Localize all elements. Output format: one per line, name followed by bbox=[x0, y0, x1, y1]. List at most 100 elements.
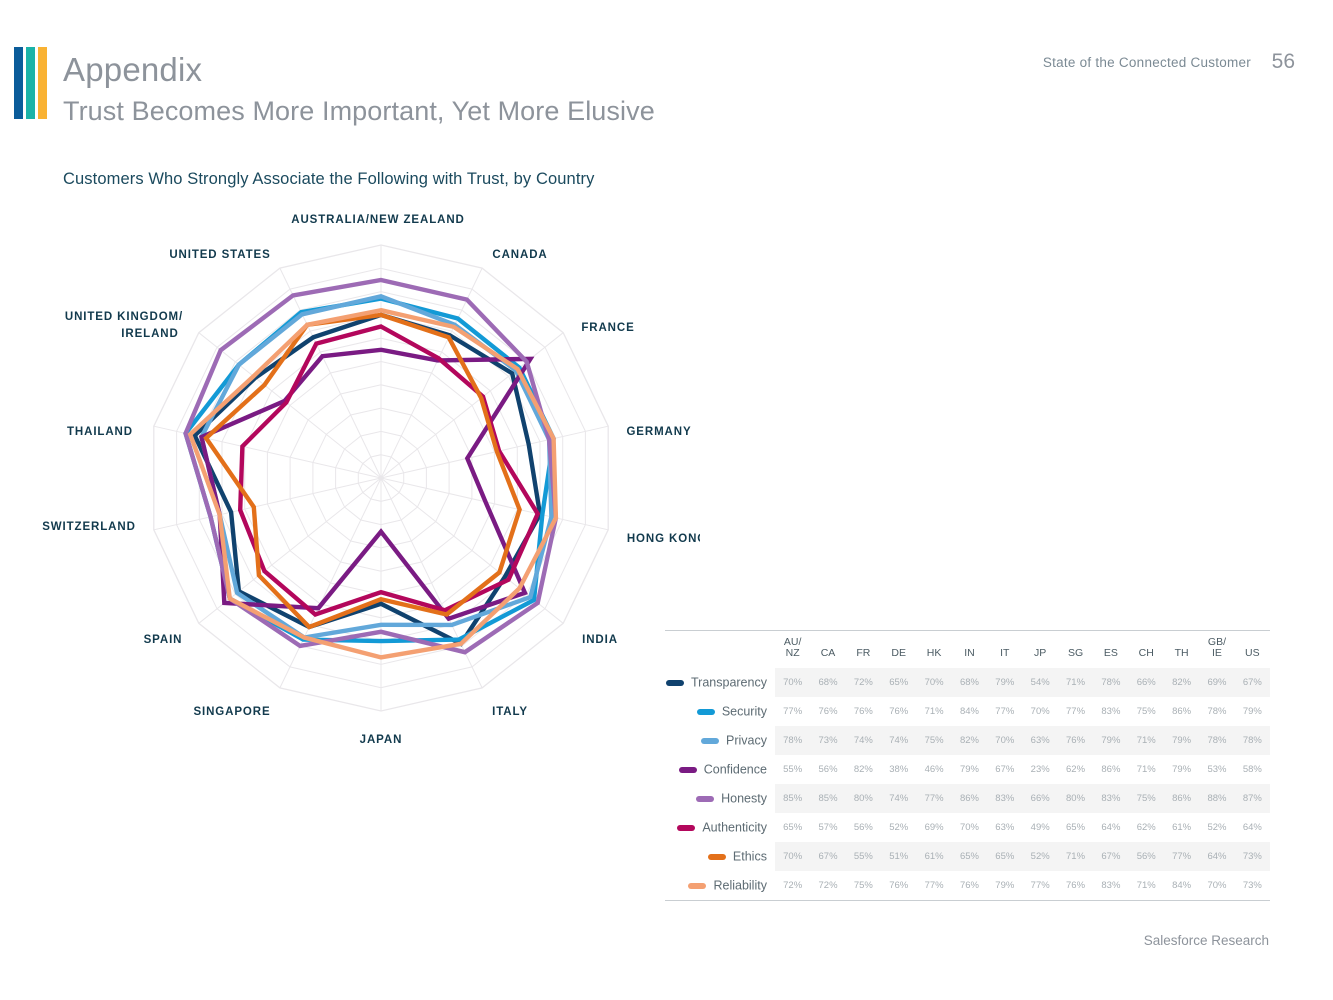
table-row: Privacy 78% 73% 74% 74% 75% 82% 70% 63% 76% 79% 71%… bbox=[665, 726, 1270, 755]
table-cell: 63% bbox=[1022, 726, 1058, 755]
table-cell: 80% bbox=[845, 784, 882, 813]
table-cell: 78% bbox=[1234, 726, 1270, 755]
table-cell: 66% bbox=[1128, 668, 1164, 697]
radar-series-authenticity bbox=[237, 324, 541, 617]
table-cell: 73% bbox=[810, 726, 846, 755]
table-column-header: SG bbox=[1057, 630, 1094, 668]
table-cell: 74% bbox=[881, 784, 917, 813]
table-cell: 77% bbox=[916, 784, 952, 813]
radar-axis-label: UNITED KINGDOM/ bbox=[65, 311, 183, 323]
table-cell: 58% bbox=[1242, 764, 1262, 775]
radar-axis-label: SPAIN bbox=[144, 634, 183, 646]
table-cell: 77% bbox=[924, 879, 944, 891]
table-cell: 70% bbox=[987, 726, 1023, 755]
table-row: Authenticity 65% 57% 56% 52% 69% 70% 63% 49% 65% 6… bbox=[665, 813, 1270, 842]
table-cell: 65% bbox=[1066, 822, 1086, 833]
legend-swatch-icon bbox=[666, 679, 684, 686]
table-cell: 70% bbox=[1207, 879, 1227, 891]
trust-by-country-table: AU/NZ CA FR DE HK IN IT JP SG ES CH TH GB/IE US Trans… bbox=[665, 630, 1270, 903]
legend-swatch-icon bbox=[696, 795, 715, 802]
table-cell: 72% bbox=[783, 879, 803, 891]
table-column-header: TH bbox=[1163, 630, 1200, 668]
table-cell: 23% bbox=[1030, 764, 1050, 775]
table-cell: 46% bbox=[924, 764, 944, 775]
table-cell: 78% bbox=[774, 726, 811, 755]
radar-series-group bbox=[183, 277, 559, 660]
radar-axis-label: JAPAN bbox=[360, 734, 403, 746]
table-cell: 54% bbox=[1022, 668, 1058, 697]
table-cell: 68% bbox=[951, 668, 988, 697]
brand-accent-bars bbox=[14, 47, 47, 119]
table-cell: 71% bbox=[924, 706, 944, 717]
legend-label: Transparency bbox=[691, 675, 767, 690]
table-cell: 75% bbox=[853, 879, 873, 891]
table-row-label: Privacy bbox=[665, 726, 775, 755]
table-cell: 55% bbox=[845, 842, 882, 871]
table-column-header: US bbox=[1234, 630, 1270, 668]
table-cell: 56% bbox=[853, 822, 873, 833]
radar-axis-label: GERMANY bbox=[626, 426, 691, 438]
table-cell: 76% bbox=[1057, 726, 1094, 755]
table-cell: 82% bbox=[1163, 668, 1200, 697]
table-corner-cell bbox=[665, 630, 775, 668]
table-cell: 71% bbox=[1136, 764, 1156, 775]
table-cell: 70% bbox=[1030, 706, 1050, 717]
table-cell: 55% bbox=[783, 764, 803, 775]
table-cell: 79% bbox=[987, 668, 1023, 697]
table-column-header: DE bbox=[881, 630, 917, 668]
table-cell: 74% bbox=[881, 726, 917, 755]
table-column-header: ES bbox=[1093, 630, 1129, 668]
brand-bar-yellow bbox=[38, 47, 47, 119]
table-cell: 70% bbox=[959, 822, 979, 833]
table-cell: 84% bbox=[1172, 879, 1192, 891]
table-cell: 63% bbox=[995, 822, 1015, 833]
page-number: 56 bbox=[1271, 50, 1295, 73]
table-cell: 79% bbox=[1172, 764, 1192, 775]
legend-label: Security bbox=[721, 704, 767, 719]
table-cell: 73% bbox=[1234, 842, 1270, 871]
legend-swatch-icon bbox=[688, 882, 707, 889]
table-cell: 77% bbox=[1030, 879, 1050, 891]
table-footer-rule bbox=[665, 899, 1270, 903]
table-row: Transparency 70% 68% 72% 65% 70% 68% 79% 54% 71% 7… bbox=[665, 668, 1270, 697]
table-row: Ethics 70% 67% 55% 51% 61% 65% 65% 52% 71% 67% 56% 7… bbox=[665, 842, 1270, 871]
table-cell: 67% bbox=[995, 764, 1015, 775]
table-cell: 64% bbox=[1199, 842, 1235, 871]
table-cell: 72% bbox=[845, 668, 882, 697]
table-cell: 67% bbox=[1234, 668, 1270, 697]
table-cell: 52% bbox=[889, 822, 909, 833]
table-cell: 61% bbox=[1172, 822, 1192, 833]
table-cell: 70% bbox=[774, 842, 811, 871]
table-cell: 86% bbox=[951, 784, 988, 813]
table-row-label: Security bbox=[665, 697, 775, 726]
table-cell: 78% bbox=[1093, 668, 1129, 697]
legend-swatch-icon bbox=[700, 737, 719, 744]
table-column-header: HK bbox=[916, 630, 952, 668]
table-cell: 67% bbox=[1093, 842, 1129, 871]
table-row-label: Ethics bbox=[665, 842, 775, 871]
table-cell: 78% bbox=[1207, 706, 1227, 717]
table-cell: 77% bbox=[1066, 706, 1086, 717]
radar-chart-svg: AUSTRALIA/NEW ZEALAND CANADA FRANCE GERMANY… bbox=[42, 214, 700, 746]
table-cell: 51% bbox=[881, 842, 917, 871]
table-head: AU/NZ CA FR DE HK IN IT JP SG ES CH TH GB/IE US bbox=[665, 630, 1270, 668]
table-row: Reliability 72% 72% 75% 76% 77% 76% 79% 77% 76% 83… bbox=[665, 871, 1270, 900]
radar-chart: AUSTRALIA/NEW ZEALAND CANADA FRANCE GERMANY… bbox=[0, 195, 700, 775]
table-cell: 56% bbox=[1128, 842, 1164, 871]
radar-axis-label: THAILAND bbox=[67, 426, 133, 438]
table-column-header: IN bbox=[951, 630, 988, 668]
table-cell: 69% bbox=[1199, 668, 1235, 697]
table-cell: 71% bbox=[1128, 726, 1164, 755]
radar-axis-label: HONG KONG bbox=[627, 533, 700, 545]
legend-swatch-icon bbox=[707, 853, 726, 860]
table-cell: 64% bbox=[1101, 822, 1121, 833]
table-cell: 75% bbox=[1128, 784, 1164, 813]
table-cell: 75% bbox=[916, 726, 952, 755]
table-cell: 73% bbox=[1242, 879, 1262, 891]
table-cell: 83% bbox=[1101, 706, 1121, 717]
table-column-header: FR bbox=[845, 630, 882, 668]
table-cell: 88% bbox=[1199, 784, 1235, 813]
table-cell: 65% bbox=[881, 668, 917, 697]
table-cell: 86% bbox=[1172, 706, 1192, 717]
table-cell: 62% bbox=[1136, 822, 1156, 833]
